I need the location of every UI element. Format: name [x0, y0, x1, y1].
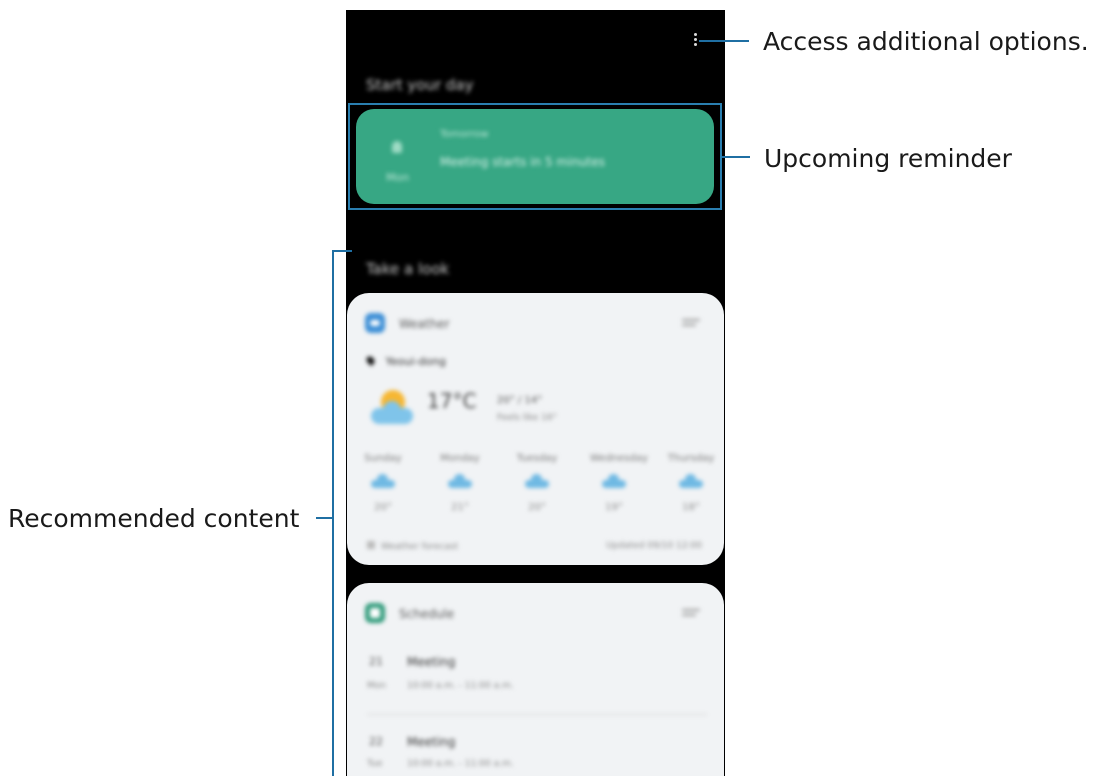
weather-app-icon — [365, 313, 385, 333]
event-time: 10:00 a.m. - 11:00 a.m. — [407, 759, 514, 769]
cloud-icon — [679, 474, 703, 488]
day-temp: 20° — [528, 502, 546, 513]
options-leader-line — [699, 40, 749, 42]
current-temperature: 17°C — [427, 389, 477, 413]
cloud-icon — [371, 474, 395, 488]
reminder-leader-line — [722, 156, 750, 158]
cloud-icon — [525, 474, 549, 488]
callout-recommended-content: Recommended content — [8, 504, 300, 533]
reminder-time: Tomorrow — [440, 129, 489, 140]
day-label: Thursday — [667, 453, 715, 464]
event-day: 21 — [369, 655, 383, 668]
more-options-icon[interactable] — [694, 33, 698, 47]
recommended-bracket-line — [332, 250, 334, 776]
event-weekday: Mon — [367, 681, 386, 691]
bell-icon — [392, 141, 402, 153]
weather-footer-left: Weather forecast — [367, 541, 458, 552]
location-name: Yeoui-dong — [385, 355, 446, 368]
weather-source-label: Weather forecast — [381, 542, 459, 552]
reminder-text: Meeting starts in 5 minutes — [440, 155, 605, 169]
day-temp: 19° — [605, 502, 623, 513]
location-pin-icon — [364, 354, 377, 367]
forecast-day: Wednesday 19° — [590, 453, 648, 513]
section-title-start-your-day: Start your day — [366, 76, 474, 94]
divider — [367, 714, 707, 715]
cloud-icon — [448, 474, 472, 488]
day-temp: 21° — [451, 502, 469, 513]
forecast-day: Monday 21° — [436, 453, 484, 513]
event-weekday: Tue — [367, 759, 383, 769]
temperature-range: 20° / 14° — [497, 395, 543, 406]
day-temp: 20° — [374, 502, 392, 513]
location-row: Yeoui-dong — [364, 354, 446, 368]
weather-card[interactable]: Weather Yeoui-dong 17°C 20° / 14° Feels … — [347, 293, 724, 565]
day-label: Tuesday — [516, 453, 558, 464]
reminder-highlight-frame: Mon Tomorrow Meeting starts in 5 minutes — [348, 103, 722, 210]
forecast-day: Sunday 20° — [359, 453, 407, 513]
drag-handle-icon[interactable] — [682, 609, 700, 619]
event-title: Meeting — [407, 735, 456, 749]
section-title-take-a-look: Take a look — [366, 260, 450, 278]
cloud-icon — [602, 474, 626, 488]
forecast-day: Tuesday 20° — [513, 453, 561, 513]
schedule-card[interactable]: Schedule 21 Meeting Mon 10:00 a.m. - 11:… — [347, 583, 724, 776]
weather-source-icon — [367, 541, 375, 549]
callout-additional-options: Access additional options. — [763, 27, 1089, 56]
calendar-app-icon — [365, 603, 385, 623]
weather-card-title: Weather — [399, 317, 450, 331]
forecast-day: Thursday 18° — [667, 453, 715, 513]
weather-updated: Updated 09/10 12:00 — [606, 541, 702, 551]
drag-handle-icon[interactable] — [682, 319, 700, 329]
event-day: 22 — [369, 735, 383, 748]
weather-condition: Feels like 16° — [497, 413, 558, 423]
event-time: 10:00 a.m. - 11:00 a.m. — [407, 681, 514, 691]
schedule-card-title: Schedule — [399, 607, 455, 621]
partly-cloudy-icon — [369, 388, 417, 428]
recommended-leader-line — [316, 517, 332, 519]
day-temp: 18° — [682, 502, 700, 513]
day-label: Wednesday — [590, 453, 648, 464]
event-title: Meeting — [407, 655, 456, 669]
reminder-card[interactable]: Mon Tomorrow Meeting starts in 5 minutes — [356, 109, 714, 204]
recommended-bracket-top — [332, 250, 352, 252]
day-label: Sunday — [364, 453, 402, 464]
day-label: Monday — [440, 453, 480, 464]
reminder-side-label: Mon — [386, 171, 410, 184]
callout-upcoming-reminder: Upcoming reminder — [764, 144, 1012, 173]
